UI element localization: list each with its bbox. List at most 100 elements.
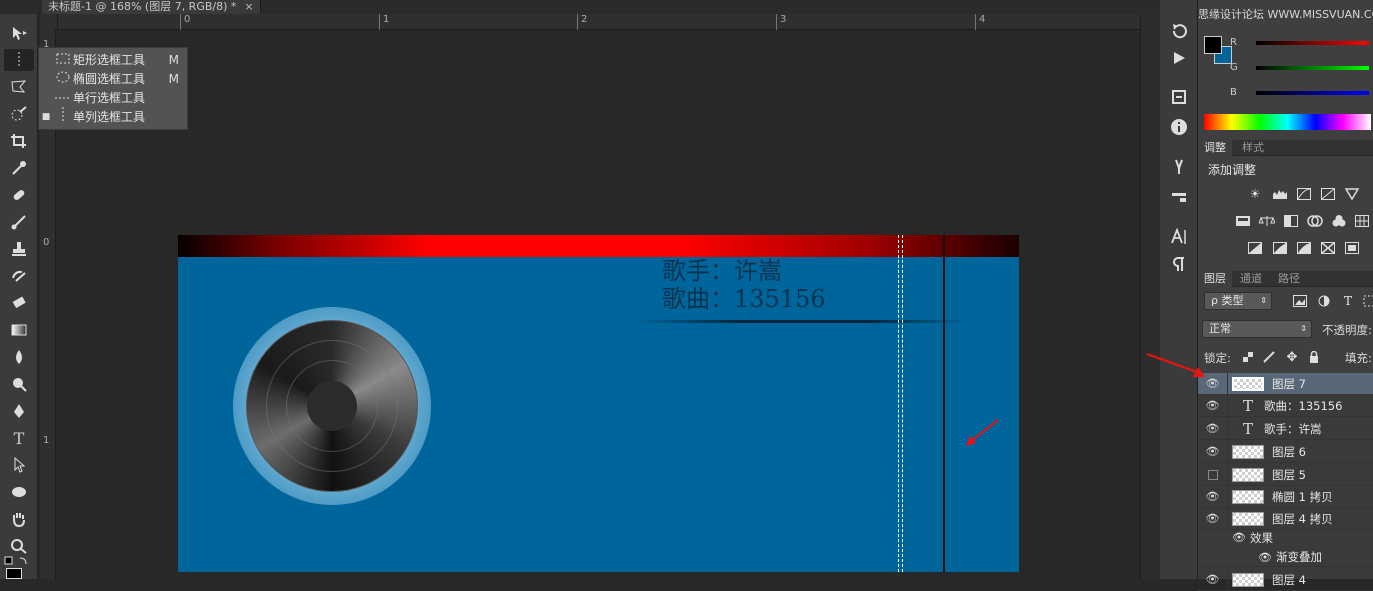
zoom-icon[interactable] <box>4 535 34 557</box>
eye-icon[interactable]: 👁 <box>1198 485 1228 508</box>
curves-icon[interactable] <box>1295 187 1313 201</box>
color-lookup-icon[interactable] <box>1353 214 1371 228</box>
effect-item-row[interactable]: 👁 渐变叠加 <box>1198 548 1373 567</box>
flyout-item-elliptical-marquee[interactable]: 椭圆选框工具 M <box>39 69 187 88</box>
tab-styles[interactable]: 样式 <box>1236 140 1270 156</box>
eyedropper-icon[interactable] <box>4 157 34 179</box>
layer-row[interactable]: 👁 图层 6 <box>1198 440 1373 463</box>
polygonal-lasso-icon[interactable] <box>4 76 34 98</box>
photo-filter-icon[interactable] <box>1306 214 1324 228</box>
layer-row[interactable]: 👁 T 歌手：许嵩 <box>1198 417 1373 440</box>
flyout-item-single-row-marquee[interactable]: 单行选框工具 <box>39 88 187 107</box>
filter-shape-icon[interactable] <box>1360 294 1373 308</box>
clone-stamp-icon[interactable] <box>4 238 34 260</box>
hand-icon[interactable] <box>4 508 34 530</box>
brush-icon[interactable] <box>4 211 34 233</box>
type-tool-icon[interactable]: T <box>4 427 34 449</box>
dodge-icon[interactable] <box>4 373 34 395</box>
lock-position-icon[interactable]: ✥ <box>1283 350 1301 365</box>
history-panel-icon[interactable] <box>1168 20 1190 42</box>
quick-select-icon[interactable] <box>4 103 34 125</box>
move-tool-icon[interactable] <box>4 22 34 44</box>
gradient-map-icon[interactable] <box>1319 241 1337 255</box>
green-slider[interactable]: G <box>1230 62 1371 76</box>
eye-icon[interactable]: 👁 <box>1198 551 1272 564</box>
clone-source-icon[interactable] <box>1168 185 1190 207</box>
exposure-icon[interactable] <box>1319 187 1337 201</box>
foreground-color-swatch[interactable] <box>6 568 22 579</box>
channel-mixer-icon[interactable] <box>1330 214 1348 228</box>
filter-type-icon[interactable]: T <box>1339 294 1357 308</box>
hue-saturation-icon[interactable] <box>1234 214 1252 228</box>
layer-row[interactable]: 👁 T 歌曲：135156 <box>1198 394 1373 417</box>
layer-row[interactable]: 👁 图层 4 <box>1198 568 1373 591</box>
foreground-swatch[interactable] <box>1204 36 1222 54</box>
info-panel-icon[interactable] <box>1168 116 1190 138</box>
ruler-tick-label: 0 <box>180 14 190 30</box>
layer-filter-select[interactable]: ρ 类型 ⇕ <box>1204 292 1272 310</box>
flyout-item-rectangular-marquee[interactable]: 矩形选框工具 M <box>39 50 187 69</box>
blur-icon[interactable] <box>4 346 34 368</box>
eye-icon[interactable]: 👁 <box>1198 394 1228 417</box>
layer-row[interactable]: 图层 5 <box>1198 463 1373 486</box>
invert-icon[interactable] <box>1246 241 1264 255</box>
eye-icon[interactable]: 👁 <box>1198 531 1246 544</box>
layer-row[interactable]: 👁 图层 7 <box>1198 372 1373 395</box>
layer-row[interactable]: 👁 图层 4 拷贝 <box>1198 507 1373 530</box>
tab-paths[interactable]: 路径 <box>1272 271 1306 287</box>
properties-panel-icon[interactable] <box>1168 86 1190 108</box>
document-canvas[interactable]: 歌手：许嵩 歌曲：135156 <box>178 235 1019 572</box>
healing-brush-icon[interactable] <box>4 184 34 206</box>
red-slider[interactable]: R <box>1230 37 1371 51</box>
horizontal-ruler[interactable]: 0 1 2 3 4 <box>58 14 1140 30</box>
close-icon[interactable]: × <box>244 0 253 13</box>
paragraph-panel-icon[interactable] <box>1168 253 1190 275</box>
eye-icon[interactable]: 👁 <box>1198 507 1228 530</box>
eye-icon[interactable]: 👁 <box>1198 440 1228 463</box>
ruler-corner[interactable] <box>40 14 58 31</box>
eye-icon[interactable]: 👁 <box>1198 417 1228 440</box>
marquee-tool-flyout: 矩形选框工具 M 椭圆选框工具 M 单行选框工具 ■ 单列选框工具 <box>38 47 188 130</box>
effects-row[interactable]: 👁 效果 <box>1198 528 1373 547</box>
pen-icon[interactable] <box>4 400 34 422</box>
crop-icon[interactable] <box>4 130 34 152</box>
flyout-item-single-column-marquee[interactable]: ■ 单列选框工具 <box>39 107 187 126</box>
levels-icon[interactable] <box>1271 187 1289 201</box>
color-balance-icon[interactable] <box>1258 214 1276 228</box>
ruler-tick-label: 1 <box>379 14 389 30</box>
path-select-icon[interactable] <box>4 454 34 476</box>
document-tab[interactable]: 未标题-1 @ 168% (图层 7, RGB/8) * × <box>42 0 261 14</box>
filter-adjustment-icon[interactable] <box>1315 294 1333 308</box>
lock-transparent-icon[interactable] <box>1239 350 1257 364</box>
selective-color-icon[interactable] <box>1343 241 1361 255</box>
lock-all-icon[interactable] <box>1305 350 1323 364</box>
canvas-vertical-scrollbar[interactable] <box>1140 14 1160 579</box>
history-brush-icon[interactable] <box>4 265 34 287</box>
character-panel-icon[interactable] <box>1168 226 1190 248</box>
swap-colors-icon[interactable] <box>4 555 32 565</box>
single-column-marquee-icon[interactable] <box>4 49 34 71</box>
blue-slider[interactable]: B <box>1230 87 1371 101</box>
lock-image-icon[interactable] <box>1260 350 1278 364</box>
actions-play-icon[interactable] <box>1168 47 1190 69</box>
posterize-icon[interactable] <box>1271 241 1289 255</box>
tab-channels[interactable]: 通道 <box>1234 271 1268 287</box>
eye-icon[interactable]: 👁 <box>1198 568 1228 591</box>
fill-label: 填充: <box>1345 351 1372 365</box>
color-spectrum-bar[interactable] <box>1204 114 1371 130</box>
blend-mode-select[interactable]: 正常 ⇕ <box>1202 320 1312 338</box>
threshold-icon[interactable] <box>1295 241 1313 255</box>
ellipse-shape-icon[interactable] <box>4 481 34 503</box>
tab-layers[interactable]: 图层 <box>1198 271 1232 287</box>
ruler-tick-label: 4 <box>975 14 985 30</box>
visibility-box-icon[interactable] <box>1198 463 1228 486</box>
vibrance-icon[interactable] <box>1343 187 1361 201</box>
brightness-icon[interactable]: ☀ <box>1246 187 1264 201</box>
tab-adjustments[interactable]: 调整 <box>1198 140 1232 156</box>
gradient-icon[interactable] <box>4 319 34 341</box>
filter-pixel-icon[interactable] <box>1291 294 1309 308</box>
layer-row[interactable]: 👁 椭圆 1 拷贝 <box>1198 485 1373 508</box>
black-white-icon[interactable] <box>1282 214 1300 228</box>
eraser-icon[interactable] <box>4 292 34 314</box>
brush-presets-icon[interactable] <box>1168 156 1190 178</box>
